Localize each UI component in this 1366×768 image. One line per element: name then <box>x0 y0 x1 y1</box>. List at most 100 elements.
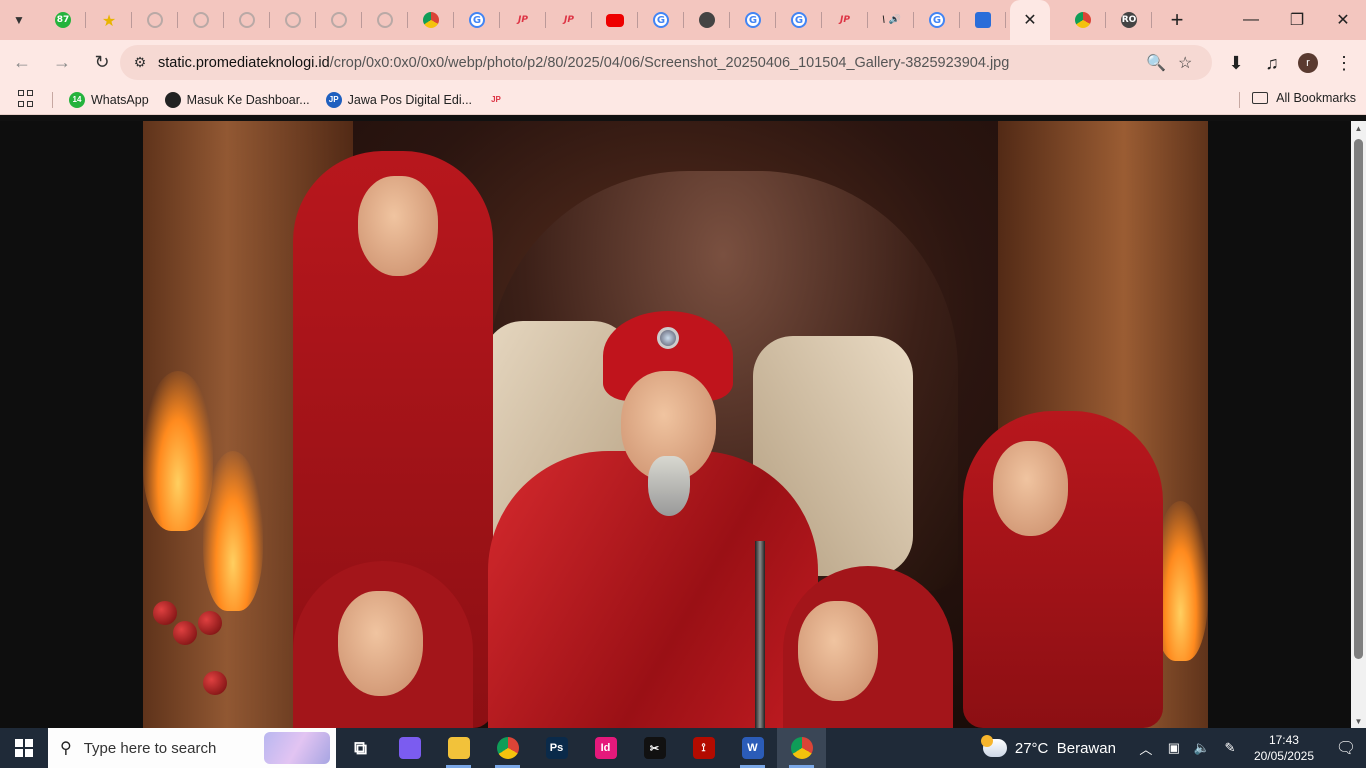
profile-button[interactable]: r <box>1290 45 1326 81</box>
star-icon: ★ <box>101 10 117 30</box>
youtube-icon <box>606 13 624 27</box>
weather-temperature: 27°C <box>1014 739 1049 757</box>
system-clock[interactable]: 17:43 20/05/2025 <box>1254 732 1314 764</box>
system-tray: 27°C Berawan ︿ ▣ 🔈 ✎ 17:43 20/05/2025 🗨 <box>980 728 1366 768</box>
tab[interactable] <box>178 0 224 40</box>
minimize-button[interactable]: — <box>1228 0 1274 40</box>
tab[interactable] <box>408 0 454 40</box>
close-window-button[interactable]: ✕ <box>1320 0 1366 40</box>
taskbar-app[interactable]: W <box>728 728 777 768</box>
taskbar-app[interactable]: ⟟ <box>679 728 728 768</box>
bookmark-icon: 14 <box>69 91 85 108</box>
tab-strip: ▼ 87 ★ G JP JP G G G JP \ 🔊 G ✕ RO + — ❐ ✕ <box>0 0 1366 40</box>
tab[interactable] <box>362 0 408 40</box>
pen-icon[interactable]: ✎ <box>1218 740 1242 756</box>
bookmark-list: 14 WhatsApp Masuk Ke Dashboar... JP Jawa Pos… <box>53 91 510 108</box>
vertical-scrollbar[interactable]: ▲ ▼ <box>1351 121 1366 728</box>
tab[interactable]: G <box>454 0 500 40</box>
close-icon[interactable]: ✕ <box>1023 10 1036 30</box>
scroll-down-arrow-icon[interactable]: ▼ <box>1351 714 1366 728</box>
start-button[interactable] <box>0 728 48 768</box>
taskbar-app[interactable]: ⧉ <box>336 728 385 768</box>
tab[interactable]: G <box>914 0 960 40</box>
acrobat-icon: ⟟ <box>692 737 715 759</box>
apps-grid-icon[interactable] <box>18 89 38 110</box>
ro-icon: RO <box>1121 12 1137 28</box>
taskbar-app[interactable] <box>483 728 532 768</box>
new-tab-button[interactable]: + <box>1162 5 1192 35</box>
clock-time: 17:43 <box>1268 733 1299 747</box>
taskbar-app[interactable]: Id <box>581 728 630 768</box>
taskbar-app[interactable] <box>385 728 434 768</box>
tab[interactable] <box>132 0 178 40</box>
google-icon: G <box>653 12 669 28</box>
turban-jewel <box>657 327 679 349</box>
download-icon[interactable]: ⬇ <box>1218 45 1254 81</box>
tab-list-after: RO <box>1060 0 1152 40</box>
bookmark-item[interactable]: JP Jawa Pos Digital Edi... <box>325 91 472 108</box>
blank-icon <box>377 12 393 28</box>
tab[interactable] <box>1060 0 1106 40</box>
taskbar-app[interactable]: ✂ <box>630 728 679 768</box>
tab[interactable] <box>270 0 316 40</box>
site-info-icon[interactable]: ⚙ <box>124 54 156 71</box>
scrollbar-thumb[interactable] <box>1354 139 1363 659</box>
movie-poster-image[interactable] <box>143 121 1208 728</box>
apple <box>203 671 227 695</box>
maximize-button[interactable]: ❐ <box>1274 0 1320 40</box>
back-button[interactable]: ← <box>4 45 40 81</box>
tab[interactable]: 87 <box>40 0 86 40</box>
taskbar-apps: ⧉ Ps Id ✂ ⟟ W <box>336 728 826 768</box>
forward-button[interactable]: → <box>44 45 80 81</box>
zoom-icon[interactable]: 🔍 <box>1146 53 1166 73</box>
tab[interactable]: G <box>638 0 684 40</box>
taskbar-app[interactable] <box>434 728 483 768</box>
url-text[interactable]: static.promediateknologi.id/crop/0x0:0x0… <box>158 55 1138 71</box>
bookmarks-bar: 14 WhatsApp Masuk Ke Dashboar... JP Jawa Pos… <box>0 85 1366 115</box>
photoshop-icon: Ps <box>545 737 568 759</box>
tab[interactable]: G <box>776 0 822 40</box>
tab[interactable] <box>960 0 1006 40</box>
tab[interactable]: ★ <box>86 0 132 40</box>
chevron-down-icon: ▼ <box>13 13 25 27</box>
all-bookmarks-button[interactable]: All Bookmarks <box>1252 91 1356 105</box>
menu-button[interactable]: ⋮ <box>1326 45 1362 81</box>
tab[interactable]: JP <box>546 0 592 40</box>
tab[interactable] <box>224 0 270 40</box>
tab-search-button[interactable]: ▼ <box>4 5 34 35</box>
bookmark-item[interactable]: Masuk Ke Dashboar... <box>164 91 310 108</box>
taskbar-app[interactable]: Ps <box>532 728 581 768</box>
tab[interactable] <box>316 0 362 40</box>
tab[interactable]: G <box>730 0 776 40</box>
tab[interactable] <box>592 0 638 40</box>
face <box>993 441 1068 536</box>
volume-icon[interactable]: 🔈 <box>1190 740 1214 756</box>
chevron-up-icon[interactable]: ︿ <box>1134 739 1158 758</box>
tab[interactable]: JP <box>500 0 546 40</box>
address-bar[interactable]: ⚙ static.promediateknologi.id/crop/0x0:0… <box>120 45 1212 80</box>
tab[interactable] <box>684 0 730 40</box>
bookmark-item[interactable]: 14 WhatsApp <box>69 91 149 108</box>
apple <box>198 611 222 635</box>
face <box>358 176 438 276</box>
bookmark-star-icon[interactable]: ☆ <box>1178 53 1192 73</box>
reload-button[interactable]: ↻ <box>84 45 120 81</box>
notification-icon[interactable]: 🗨 <box>1326 728 1366 768</box>
network-icon[interactable]: ▣ <box>1162 740 1186 756</box>
media-control-icon[interactable]: ♫ <box>1254 45 1290 81</box>
tab[interactable]: RO <box>1106 0 1152 40</box>
bookmark-item[interactable]: JP <box>488 92 510 108</box>
fire <box>143 371 213 531</box>
weather-widget[interactable]: 27°C Berawan <box>980 735 1116 757</box>
google-icon: G <box>469 12 485 28</box>
taskbar-search-box[interactable]: ⚲ Type here to search <box>48 728 336 768</box>
tab[interactable]: JP <box>822 0 868 40</box>
all-bookmarks-label: All Bookmarks <box>1276 91 1356 105</box>
tab[interactable]: \ 🔊 <box>868 0 914 40</box>
scroll-up-arrow-icon[interactable]: ▲ <box>1351 121 1366 135</box>
taskbar-app[interactable] <box>777 728 826 768</box>
tab-active[interactable]: ✕ <box>1010 0 1050 40</box>
folder-icon <box>1252 92 1269 104</box>
copilot-icon <box>398 737 421 759</box>
beard <box>648 456 690 516</box>
